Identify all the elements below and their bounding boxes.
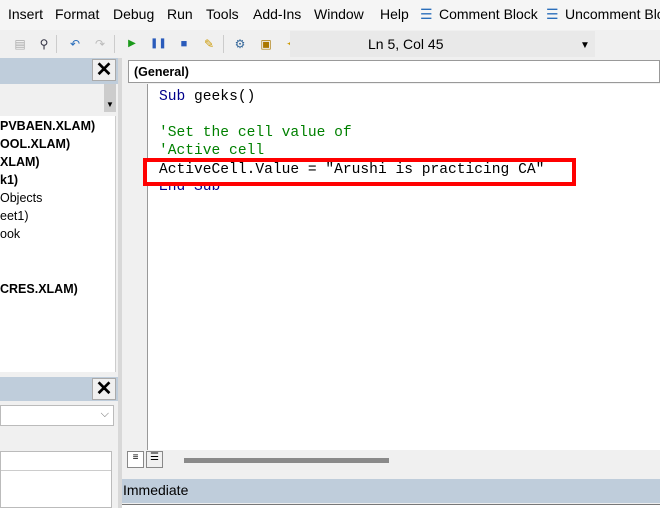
- properties-grid[interactable]: [0, 451, 112, 508]
- break-icon[interactable]: ❚❚: [150, 36, 167, 52]
- object-dropdown-value: (General): [134, 65, 189, 79]
- code-line: 'Active cell: [159, 143, 265, 159]
- procedure-view-icon[interactable]: ≡: [127, 451, 144, 468]
- code-line: Sub geeks(): [159, 89, 256, 105]
- tree-item[interactable]: k1): [0, 173, 18, 187]
- properties-icon[interactable]: ▣: [258, 36, 274, 52]
- menu-add-ins[interactable]: Add-Ins: [253, 6, 301, 22]
- code-editor[interactable]: Sub geeks() 'Set the cell value of 'Acti…: [122, 84, 660, 450]
- project-pane-header: ✕: [0, 58, 118, 84]
- run-icon[interactable]: ▶: [124, 36, 140, 52]
- chevron-down-icon: ⌵: [100, 408, 109, 420]
- uncomment-block-button[interactable]: Uncomment Block: [565, 6, 660, 22]
- menu-window[interactable]: Window: [314, 6, 364, 22]
- tree-item[interactable]: Objects: [0, 191, 42, 205]
- menu-help[interactable]: Help: [380, 6, 409, 22]
- code-footer: ≡ ☰: [122, 450, 660, 471]
- close-properties-pane-icon[interactable]: ✕: [92, 378, 116, 400]
- properties-pane-header: ✕: [0, 377, 118, 401]
- redo-icon[interactable]: ↷: [92, 36, 108, 52]
- immediate-window[interactable]: [122, 504, 660, 508]
- uncomment-block-icon: ☰: [546, 6, 559, 22]
- horizontal-scrollbar[interactable]: [184, 458, 389, 463]
- project-tree: PVBAEN.XLAM) OOL.XLAM) XLAM) k1) Objects…: [0, 116, 116, 372]
- immediate-title: Immediate: [123, 482, 189, 498]
- toolbar-options-icon[interactable]: ▼: [580, 40, 590, 51]
- project-explorer-icon[interactable]: ⚙: [232, 36, 248, 52]
- tree-item[interactable]: OOL.XLAM): [0, 137, 70, 151]
- project-toolbar: ▼: [0, 84, 118, 116]
- paste-icon[interactable]: ▤: [12, 36, 28, 52]
- menu-debug[interactable]: Debug: [113, 6, 154, 22]
- tree-item[interactable]: PVBAEN.XLAM): [0, 119, 95, 133]
- toolbar: ▤ ⚲ ↶ ↷ ▶ ❚❚ ■ ✎ ⚙ ▣ ✦ ✕ ? Ln 5, Col 45 …: [0, 30, 660, 58]
- close-project-pane-icon[interactable]: ✕: [92, 59, 116, 81]
- menu-bar: Insert Format Debug Run Tools Add-Ins Wi…: [0, 0, 660, 30]
- sub-keyword: Sub: [159, 89, 186, 105]
- tree-item[interactable]: eet1): [0, 209, 29, 223]
- tree-item[interactable]: CRES.XLAM): [0, 282, 78, 296]
- code-line: ActiveCell.Value = "Arushi is practicing…: [159, 162, 545, 178]
- margin-indicator-bar: [122, 84, 148, 450]
- cursor-position: Ln 5, Col 45: [290, 31, 595, 57]
- properties-object-dropdown[interactable]: ⌵: [0, 405, 114, 426]
- tree-item[interactable]: XLAM): [0, 155, 40, 169]
- menu-tools[interactable]: Tools: [206, 6, 239, 22]
- menu-insert[interactable]: Insert: [8, 6, 43, 22]
- immediate-pane-header: Immediate: [122, 479, 660, 503]
- cursor-position-text: Ln 5, Col 45: [368, 36, 444, 52]
- code-line: 'Set the cell value of: [159, 125, 352, 141]
- menu-run[interactable]: Run: [167, 6, 193, 22]
- find-icon[interactable]: ⚲: [36, 36, 52, 52]
- menu-format[interactable]: Format: [55, 6, 99, 22]
- comment-block-button[interactable]: Comment Block: [439, 6, 538, 22]
- full-module-view-icon[interactable]: ☰: [146, 451, 163, 468]
- object-dropdown[interactable]: (General): [128, 60, 660, 83]
- undo-icon[interactable]: ↶: [67, 36, 83, 52]
- comment-block-icon: ☰: [420, 6, 433, 22]
- design-mode-icon[interactable]: ✎: [201, 36, 217, 52]
- reset-icon[interactable]: ■: [176, 36, 192, 52]
- tree-item[interactable]: ook: [0, 227, 20, 241]
- scroll-arrow-icon[interactable]: ▼: [104, 84, 116, 112]
